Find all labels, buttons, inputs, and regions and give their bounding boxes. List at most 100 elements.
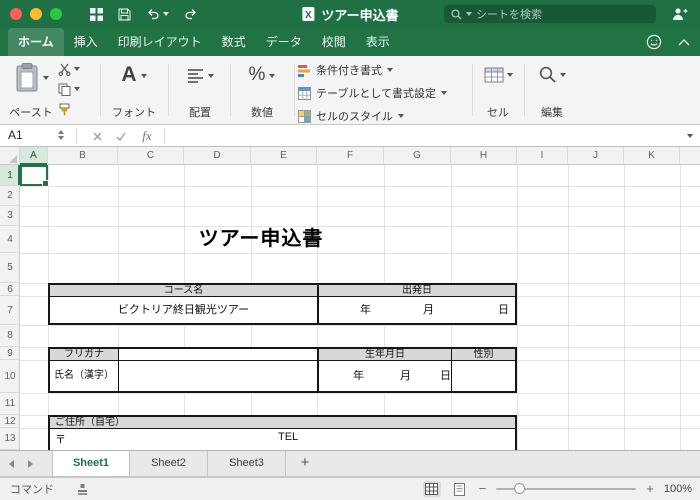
- course-value-cell[interactable]: ビクトリア終日観光ツアー: [50, 297, 317, 323]
- address-header-cell[interactable]: ご住所（自宅）: [50, 417, 515, 428]
- cell-styles-button[interactable]: セルのスタイル: [298, 108, 468, 124]
- page-layout-view-button[interactable]: [451, 481, 469, 497]
- selected-cell-a1[interactable]: [20, 165, 49, 187]
- redo-icon[interactable]: [184, 8, 198, 20]
- undo-button[interactable]: [146, 8, 169, 20]
- row-header-8[interactable]: 8: [0, 325, 20, 347]
- zoom-slider-knob[interactable]: [514, 483, 526, 494]
- document-title-cell[interactable]: ツアー申込書: [141, 226, 381, 252]
- row-header-12[interactable]: 12: [0, 415, 20, 428]
- close-window-button[interactable]: [10, 8, 22, 20]
- formula-input[interactable]: [170, 125, 676, 147]
- row-header-11[interactable]: 11: [0, 393, 20, 415]
- zoom-out-button[interactable]: −: [479, 479, 487, 499]
- column-header-f[interactable]: F: [317, 147, 384, 165]
- ribbon-tab-data[interactable]: データ: [256, 28, 312, 56]
- app-grid-icon[interactable]: [90, 7, 103, 21]
- copy-button[interactable]: [58, 82, 94, 96]
- ribbon-tab-formulas[interactable]: 数式: [212, 28, 256, 56]
- format-painter-button[interactable]: [58, 102, 94, 116]
- gender-header-cell[interactable]: 性別: [452, 349, 515, 360]
- font-group[interactable]: A フォント: [104, 60, 164, 120]
- insert-function-button[interactable]: fx: [136, 125, 158, 147]
- row-header-5[interactable]: 5: [0, 253, 20, 283]
- conditional-formatting-button[interactable]: 条件付き書式: [298, 62, 468, 78]
- share-user-icon[interactable]: [672, 7, 688, 21]
- number-group[interactable]: % 数値: [234, 60, 290, 120]
- cells-group[interactable]: セル: [476, 60, 520, 120]
- row-header-1[interactable]: 1: [0, 165, 20, 186]
- furigana-header-cell[interactable]: フリガナ: [50, 349, 118, 360]
- status-tool-icon[interactable]: [76, 483, 89, 496]
- save-icon[interactable]: [118, 8, 131, 21]
- postal-mark-label: 〒: [55, 434, 66, 446]
- column-header-i[interactable]: I: [517, 147, 568, 165]
- undo-icon: [148, 9, 159, 20]
- cut-button[interactable]: [58, 62, 94, 76]
- column-header-k[interactable]: K: [624, 147, 680, 165]
- check-icon: [116, 132, 126, 141]
- cancel-entry-button[interactable]: [86, 125, 108, 147]
- course-name-header-cell[interactable]: コース名: [50, 285, 317, 296]
- zoom-slider[interactable]: [496, 483, 637, 494]
- select-all-corner[interactable]: [0, 147, 20, 165]
- ribbon-tab-review[interactable]: 校閲: [312, 28, 356, 56]
- sheet-tab-sheet1[interactable]: Sheet1: [52, 451, 130, 476]
- column-header-j[interactable]: J: [568, 147, 624, 165]
- editing-caret-icon: [560, 73, 566, 77]
- editing-group[interactable]: 編集: [528, 60, 576, 120]
- row-header-2[interactable]: 2: [0, 186, 20, 206]
- undo-caret-icon: [163, 12, 169, 16]
- birthdate-header-cell[interactable]: 生年月日: [319, 349, 451, 360]
- sheet-tab-sheet3[interactable]: Sheet3: [208, 451, 286, 476]
- row-header-6[interactable]: 6: [0, 283, 20, 296]
- tabbar-right: [646, 28, 690, 56]
- row-header-4[interactable]: 4: [0, 226, 20, 253]
- row-header-9[interactable]: 9: [0, 347, 20, 360]
- styles-group: 条件付き書式 テーブルとして書式設定 セルのスタイル: [298, 62, 468, 124]
- address-table[interactable]: ご住所（自宅） 〒 TEL: [48, 415, 517, 450]
- fullscreen-window-button[interactable]: [50, 8, 62, 20]
- column-header-c[interactable]: C: [118, 147, 184, 165]
- zoom-in-button[interactable]: +: [646, 479, 654, 499]
- ribbon-tab-home[interactable]: ホーム: [8, 28, 64, 56]
- name-box-stepper[interactable]: [58, 130, 64, 140]
- alignment-group[interactable]: 配置: [172, 60, 228, 120]
- format-as-table-button[interactable]: テーブルとして書式設定: [298, 85, 468, 101]
- column-header-b[interactable]: B: [48, 147, 118, 165]
- paste-label: ペースト: [9, 107, 53, 119]
- name-box[interactable]: A1: [8, 125, 23, 146]
- row-header-10[interactable]: 10: [0, 360, 20, 393]
- collapse-ribbon-icon[interactable]: [678, 38, 690, 46]
- column-header-e[interactable]: E: [251, 147, 317, 165]
- feedback-smiley-icon[interactable]: [646, 34, 662, 50]
- column-header-g[interactable]: G: [384, 147, 451, 165]
- row-header-3[interactable]: 3: [0, 206, 20, 226]
- prev-sheet-icon[interactable]: [8, 459, 15, 469]
- ribbon-tab-page-layout[interactable]: 印刷レイアウト: [108, 28, 212, 56]
- row-header-13[interactable]: 13: [0, 428, 20, 450]
- departure-date-header-cell[interactable]: 出発日: [319, 285, 515, 296]
- gridline-vertical: [680, 165, 681, 450]
- column-header-d[interactable]: D: [184, 147, 251, 165]
- formula-bar-expand-icon[interactable]: [687, 134, 693, 138]
- confirm-entry-button[interactable]: [110, 125, 132, 147]
- gridline-vertical: [568, 165, 569, 450]
- add-sheet-button[interactable]: +: [292, 451, 318, 475]
- paste-group[interactable]: ペースト: [6, 60, 56, 120]
- course-table[interactable]: コース名 出発日 ビクトリア終日観光ツアー 年 月 日: [48, 283, 517, 325]
- grid-body[interactable]: ツアー申込書 コース名 出発日 ビクトリア終日観光ツアー 年 月 日 フリガナ …: [20, 165, 700, 450]
- name-table[interactable]: フリガナ 生年月日 性別 氏名（漢字） 年 月 日: [48, 347, 517, 393]
- minimize-window-button[interactable]: [30, 8, 42, 20]
- row-header-7[interactable]: 7: [0, 296, 20, 325]
- normal-view-button[interactable]: [422, 481, 441, 497]
- column-header-h[interactable]: H: [451, 147, 517, 165]
- column-header-a[interactable]: A: [20, 147, 48, 165]
- ribbon-tab-insert[interactable]: 挿入: [64, 28, 108, 56]
- gridline-horizontal: [20, 393, 700, 394]
- ribbon-tab-view[interactable]: 表示: [356, 28, 400, 56]
- name-label-cell[interactable]: 氏名（漢字）: [50, 361, 118, 391]
- sheet-tab-sheet2[interactable]: Sheet2: [130, 451, 208, 476]
- search-box[interactable]: シートを検索: [444, 5, 656, 23]
- next-sheet-icon[interactable]: [27, 459, 34, 469]
